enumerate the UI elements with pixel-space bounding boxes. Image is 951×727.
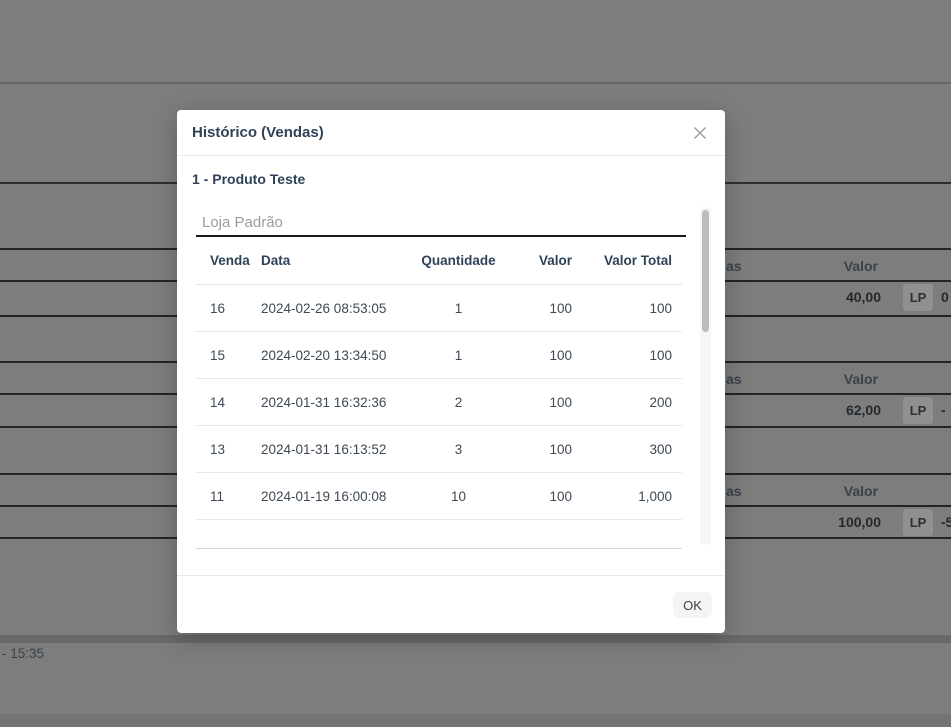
cell-valor: 100	[506, 348, 572, 363]
background-valor-header: Valor	[844, 371, 878, 387]
close-button[interactable]	[688, 121, 712, 145]
cell-valor-total: 100	[572, 301, 672, 316]
cell-valor: 100	[506, 301, 572, 316]
background-edge-fragment: -5	[941, 514, 951, 530]
cell-valor-total: 200	[572, 395, 672, 410]
background-valor-value: 100,00	[838, 514, 881, 530]
scrollbar-track[interactable]	[700, 207, 711, 545]
cell-valor: 100	[506, 442, 572, 457]
background-unit-badge: LP	[903, 509, 933, 536]
cell-quantidade: 3	[411, 442, 506, 457]
cell-quantidade: 1	[411, 348, 506, 363]
background-valor-value: 40,00	[846, 289, 881, 305]
cell-venda: 14	[196, 395, 261, 410]
cell-valor: 100	[506, 395, 572, 410]
background-valor-header: Valor	[844, 258, 878, 274]
cell-valor: 100	[506, 489, 572, 504]
background-bottom-bar	[0, 714, 951, 727]
store-group-label: Loja Padrão	[202, 214, 283, 231]
dialog-header: Histórico (Vendas)	[177, 110, 725, 156]
ok-button[interactable]: OK	[673, 592, 712, 618]
table-row: 13 2024-01-31 16:13:52 3 100 300	[196, 426, 682, 473]
background-vendas-header-fragment: as	[726, 258, 742, 274]
dialog-title: Histórico (Vendas)	[192, 124, 324, 141]
history-table: Venda Data Quantidade Valor Valor Total …	[196, 237, 682, 520]
dialog-footer-divider	[177, 575, 725, 576]
background-unit-badge: LP	[903, 397, 933, 424]
background-timestamp-fragment: - 15:35	[2, 646, 44, 661]
background-valor-value: 62,00	[846, 402, 881, 418]
close-icon	[692, 125, 708, 141]
cell-valor-total: 1,000	[572, 489, 672, 504]
cell-quantidade: 1	[411, 301, 506, 316]
col-header-venda: Venda	[196, 253, 261, 268]
cell-data: 2024-01-31 16:13:52	[261, 442, 411, 457]
product-title: 1 - Produto Teste	[192, 171, 305, 187]
background-valor-header: Valor	[844, 483, 878, 499]
app-screen: as Valor 40,00 LP 0 as Valor 62,00 LP - …	[0, 0, 951, 727]
background-edge-fragment: -	[941, 402, 946, 418]
table-row: 15 2024-02-20 13:34:50 1 100 100	[196, 332, 682, 379]
col-header-valor-total: Valor Total	[572, 253, 672, 268]
background-footer-divider	[0, 635, 951, 643]
cell-quantidade: 2	[411, 395, 506, 410]
background-unit-badge: LP	[903, 284, 933, 311]
table-row: 11 2024-01-19 16:00:08 10 100 1,000	[196, 473, 682, 520]
col-header-valor: Valor	[506, 253, 572, 268]
table-row: 14 2024-01-31 16:32:36 2 100 200	[196, 379, 682, 426]
table-bottom-line	[196, 548, 682, 549]
cell-venda: 15	[196, 348, 261, 363]
scrollbar-thumb[interactable]	[702, 210, 709, 332]
cell-quantidade: 10	[411, 489, 506, 504]
cell-data: 2024-01-19 16:00:08	[261, 489, 411, 504]
cell-data: 2024-01-31 16:32:36	[261, 395, 411, 410]
background-vendas-header-fragment: as	[726, 483, 742, 499]
cell-valor-total: 300	[572, 442, 672, 457]
cell-valor-total: 100	[572, 348, 672, 363]
cell-venda: 13	[196, 442, 261, 457]
background-top-divider	[0, 82, 951, 84]
cell-venda: 11	[196, 489, 261, 504]
cell-venda: 16	[196, 301, 261, 316]
col-header-quantidade: Quantidade	[411, 253, 506, 268]
col-header-data: Data	[261, 253, 411, 268]
historico-vendas-dialog: Histórico (Vendas) 1 - Produto Teste Loj…	[177, 110, 725, 633]
background-vendas-header-fragment: as	[726, 371, 742, 387]
table-row: 16 2024-02-26 08:53:05 1 100 100	[196, 285, 682, 332]
background-edge-fragment: 0	[941, 289, 949, 305]
cell-data: 2024-02-20 13:34:50	[261, 348, 411, 363]
table-header-row: Venda Data Quantidade Valor Valor Total	[196, 237, 682, 285]
cell-data: 2024-02-26 08:53:05	[261, 301, 411, 316]
